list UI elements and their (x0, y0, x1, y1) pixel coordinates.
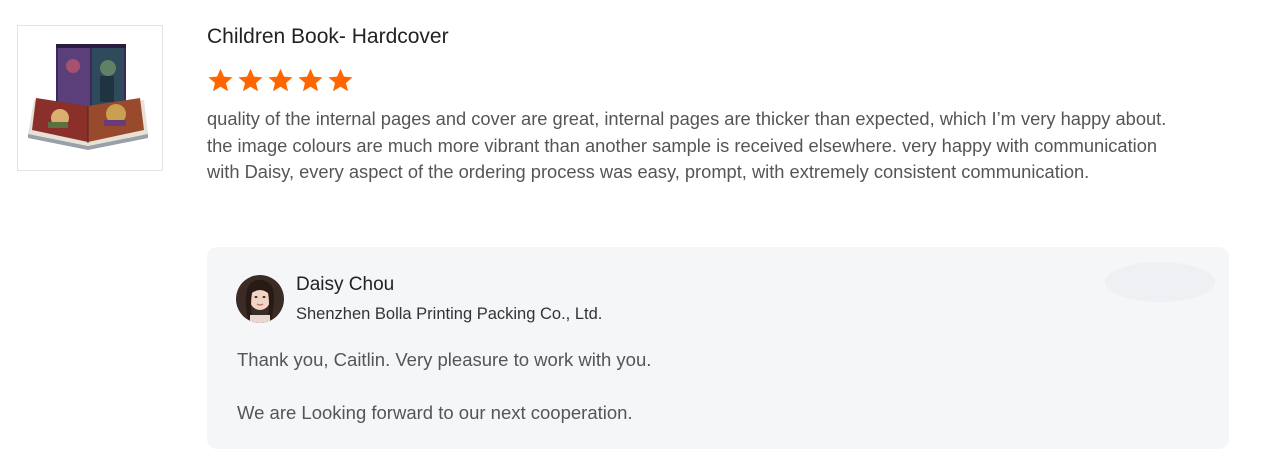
seller-reply: Daisy Chou Shenzhen Bolla Printing Packi… (207, 247, 1229, 449)
watermark-icon (1105, 262, 1215, 302)
book-image (28, 44, 148, 150)
review-body: Children Book- Hardcover quality of the … (207, 22, 1229, 186)
star-icon (238, 68, 263, 92)
replier-company: Shenzhen Bolla Printing Packing Co., Ltd… (296, 305, 603, 323)
avatar-image (236, 275, 284, 323)
star-icon (328, 68, 353, 92)
reply-text-line: We are Looking forward to our next coope… (237, 402, 633, 423)
star-icon (268, 68, 293, 92)
replier-name: Daisy Chou (296, 274, 395, 295)
star-rating (207, 67, 1229, 97)
review-card: Children Book- Hardcover quality of the … (0, 0, 1280, 462)
avatar (236, 275, 284, 323)
star-icon (208, 68, 233, 92)
product-thumbnail[interactable] (17, 25, 163, 171)
product-title[interactable]: Children Book- Hardcover (207, 22, 1229, 52)
reply-text-line: Thank you, Caitlin. Very pleasure to wor… (237, 349, 652, 370)
star-icon (298, 68, 323, 92)
review-text: quality of the internal pages and cover … (207, 108, 1167, 182)
